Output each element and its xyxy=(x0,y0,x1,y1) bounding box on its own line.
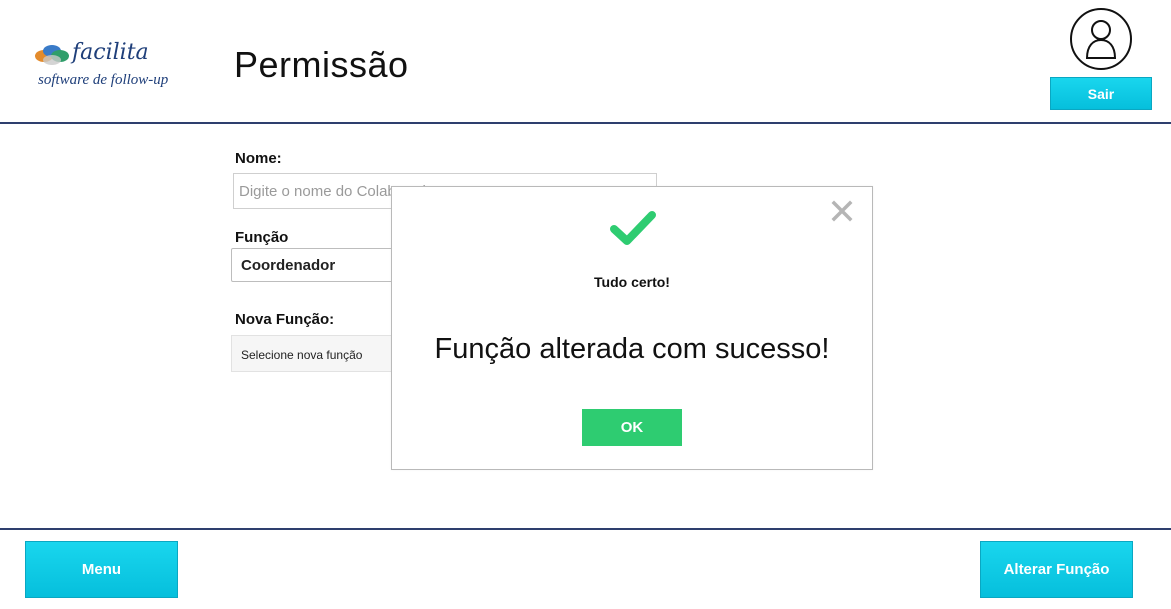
name-label: Nome: xyxy=(235,150,282,167)
logo: facilita software de follow-up xyxy=(34,40,184,100)
close-icon[interactable] xyxy=(830,199,854,223)
logo-mark-icon xyxy=(35,45,69,65)
header-divider xyxy=(0,122,1171,124)
page-title: Permissão xyxy=(234,44,409,85)
current-role-label: Função xyxy=(235,229,289,246)
footer-divider xyxy=(0,528,1171,530)
menu-button[interactable]: Menu xyxy=(25,541,178,598)
avatar[interactable] xyxy=(1070,8,1132,70)
logo-tagline: software de follow-up xyxy=(38,72,169,88)
user-icon xyxy=(1085,20,1117,59)
change-role-button[interactable]: Alterar Função xyxy=(980,541,1133,598)
success-dialog: Tudo certo! Função alterada com sucesso!… xyxy=(391,186,873,470)
dialog-title: Tudo certo! xyxy=(594,274,670,290)
dialog-message: Função alterada com sucesso! xyxy=(434,333,830,365)
new-role-label: Nova Função: xyxy=(235,311,335,328)
ok-button[interactable]: OK xyxy=(582,409,682,446)
logout-button[interactable]: Sair xyxy=(1050,77,1152,110)
checkmark-icon xyxy=(610,211,656,245)
logo-name: facilita xyxy=(72,40,149,65)
